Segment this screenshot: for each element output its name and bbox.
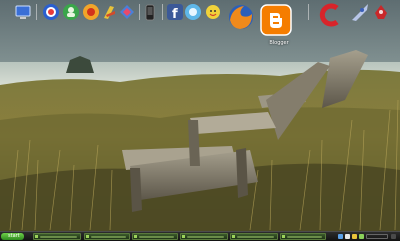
window-icon (282, 235, 285, 238)
dock-separator (162, 4, 163, 20)
taskbar-item-title (237, 236, 274, 238)
start-button[interactable]: start (1, 233, 24, 240)
window-icon (86, 235, 89, 238)
svg-text:f: f (172, 7, 178, 21)
system-tray (336, 233, 398, 240)
windows-media-icon[interactable] (42, 3, 60, 21)
window-icon (182, 235, 185, 238)
rocket-icon[interactable] (348, 2, 370, 24)
firefox-icon[interactable] (226, 2, 256, 32)
dock-separator (308, 4, 309, 20)
dock-bar: f Blogger (0, 0, 400, 46)
taskbar-item-title (40, 236, 77, 238)
show-desktop-button[interactable] (391, 234, 396, 239)
desktop-wallpaper (0, 0, 400, 240)
taskbar-item-title (187, 236, 224, 238)
taskbar-item[interactable] (280, 233, 326, 240)
window-icon (232, 235, 235, 238)
taskbar-item[interactable] (84, 233, 130, 240)
volume-icon[interactable] (345, 234, 350, 239)
update-tray-icon[interactable] (359, 234, 364, 239)
taskbar-item[interactable] (132, 233, 178, 240)
taskbar-item[interactable] (33, 233, 81, 240)
recycle-bin-icon[interactable] (372, 3, 390, 21)
network-icon[interactable] (118, 3, 136, 21)
contacts-icon[interactable] (62, 3, 80, 21)
taskbar-item[interactable] (230, 233, 278, 240)
dock-separator (36, 4, 37, 20)
blogger-icon[interactable] (260, 4, 292, 36)
my-computer-icon[interactable] (14, 3, 32, 21)
dock-separator (139, 4, 140, 20)
phone-icon[interactable] (141, 3, 159, 21)
wallpaper-beach-adirondack-chairs (0, 0, 400, 240)
facebook-icon[interactable]: f (166, 3, 184, 22)
security-tray-icon[interactable] (352, 234, 357, 239)
power-tools-icon[interactable] (100, 3, 118, 21)
window-icon (35, 235, 38, 238)
taskbar-item-title (139, 236, 174, 238)
taskbar-item-title (287, 236, 322, 238)
ccleaner-icon[interactable] (316, 2, 342, 28)
window-icon (134, 235, 137, 238)
taskbar-item[interactable] (180, 233, 228, 240)
media-player-icon[interactable] (82, 3, 100, 21)
blogger-icon-label: Blogger (269, 40, 289, 46)
twitter-icon[interactable] (184, 3, 202, 21)
clock[interactable] (366, 234, 388, 239)
messenger-icon[interactable] (204, 3, 222, 21)
network-tray-icon[interactable] (338, 234, 343, 239)
taskbar-item-title (91, 236, 126, 238)
start-button-label: start (8, 233, 20, 239)
